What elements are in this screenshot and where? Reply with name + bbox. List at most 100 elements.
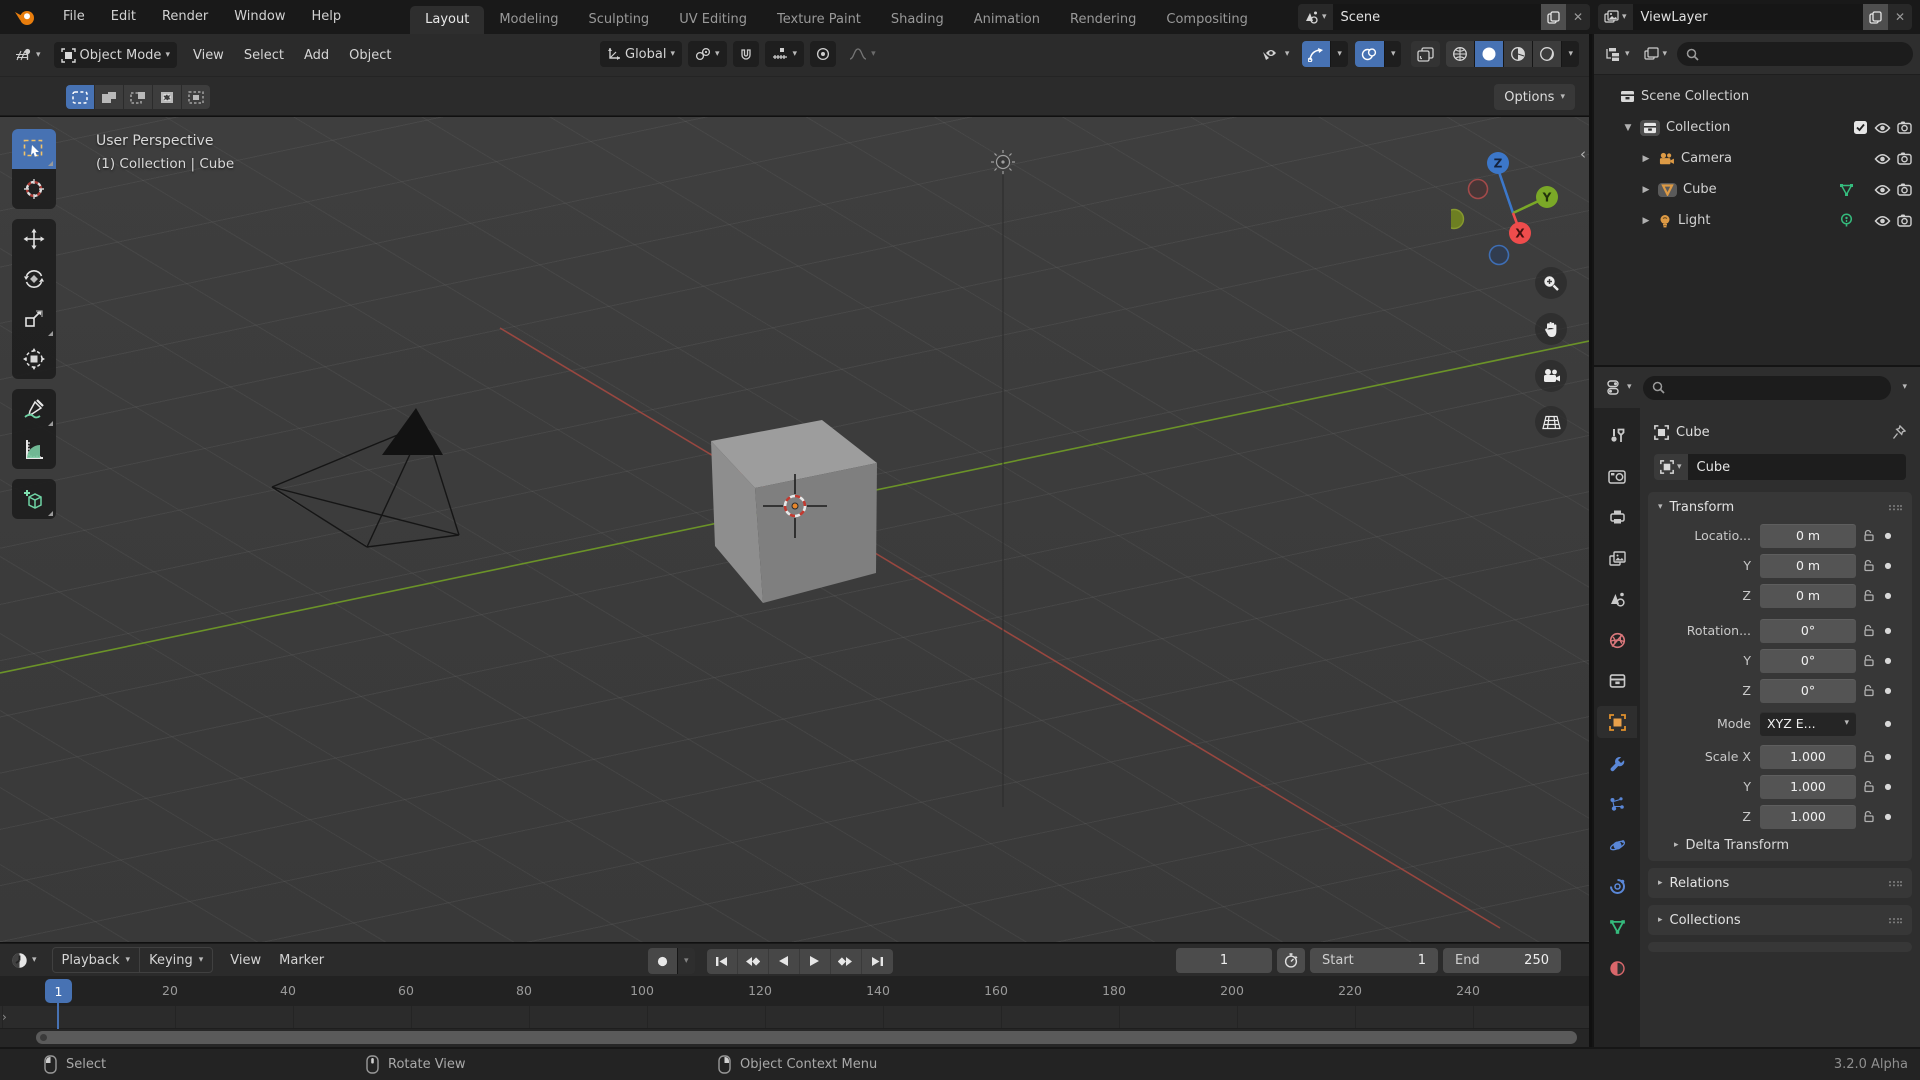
hide-eye-icon[interactable] — [1874, 122, 1891, 134]
disable-render-camera-icon[interactable] — [1897, 183, 1912, 196]
viewlayer-new-copy-button[interactable] — [1862, 4, 1888, 30]
animate-dot[interactable]: ● — [1880, 561, 1896, 570]
tab-output[interactable] — [1597, 501, 1637, 533]
object-name-input[interactable]: Cube — [1687, 454, 1906, 480]
record-options-dropdown[interactable]: ▾ — [678, 948, 695, 974]
tool-add-cube[interactable] — [12, 479, 56, 519]
timeline-body[interactable]: 20 40 60 80 100 120 140 160 180 200 220 … — [0, 976, 1589, 1047]
shading-dropdown[interactable]: ▾ — [1562, 41, 1579, 67]
menu-file[interactable]: File — [50, 0, 98, 34]
lock-icon[interactable] — [1856, 750, 1880, 763]
keying-menu[interactable]: Keying ▾ — [140, 948, 212, 972]
show-overlays-toggle[interactable] — [1354, 41, 1385, 67]
menu-add[interactable]: Add — [294, 48, 339, 63]
delta-transform-header[interactable]: ▸ Delta Transform — [1648, 833, 1912, 861]
viewport-3d[interactable]: User Perspective (1) Collection | Cube Z… — [0, 117, 1589, 942]
pin-icon[interactable] — [1892, 425, 1906, 440]
xray-toggle[interactable] — [1411, 41, 1441, 67]
timeline-track[interactable] — [0, 1006, 1589, 1029]
tab-object-data[interactable] — [1597, 911, 1637, 943]
proportional-editing-toggle[interactable] — [810, 41, 837, 67]
previous-keyframe-button[interactable] — [737, 948, 769, 974]
tab-modeling[interactable]: Modeling — [484, 6, 573, 34]
panel-grip[interactable] — [1888, 917, 1902, 924]
outliner-row-light[interactable]: ▶ Light — [1594, 205, 1920, 236]
scale-z-field[interactable]: 1.000 — [1760, 804, 1856, 829]
shading-rendered-button[interactable] — [1533, 41, 1563, 67]
tab-tool[interactable] — [1597, 419, 1637, 451]
tool-rotate[interactable] — [12, 259, 56, 299]
hide-eye-icon[interactable] — [1874, 153, 1891, 165]
light-object[interactable] — [991, 150, 1015, 174]
breadcrumb-object[interactable]: Cube — [1676, 425, 1710, 440]
menu-help[interactable]: Help — [299, 0, 355, 34]
options-dropdown[interactable]: Options ▾ — [1494, 84, 1575, 110]
scale-x-field[interactable]: 1.000 — [1760, 744, 1856, 769]
tool-scale[interactable] — [12, 299, 56, 339]
use-preview-range-toggle[interactable] — [1277, 948, 1305, 973]
navigation-gizmo[interactable]: Z Y X — [1451, 123, 1571, 273]
collections-panel-header[interactable]: ▸ Collections — [1648, 905, 1912, 935]
shading-wireframe-button[interactable] — [1446, 41, 1476, 67]
properties-options-dropdown[interactable]: ▾ — [1897, 383, 1912, 392]
tab-object[interactable] — [1597, 706, 1637, 738]
animate-dot[interactable]: ● — [1880, 591, 1896, 600]
tab-render[interactable] — [1597, 460, 1637, 492]
tool-cursor[interactable] — [12, 169, 56, 209]
scene-canvas[interactable] — [0, 117, 1589, 942]
menu-object[interactable]: Object — [339, 48, 401, 63]
tab-texture-paint[interactable]: Texture Paint — [762, 6, 876, 34]
select-mode-intersect[interactable] — [182, 85, 210, 109]
tab-particles[interactable] — [1597, 788, 1637, 820]
disable-render-camera-icon[interactable] — [1897, 214, 1912, 227]
lock-icon[interactable] — [1856, 589, 1880, 602]
location-x-field[interactable]: 0 m — [1760, 523, 1856, 548]
tab-scene[interactable] — [1597, 583, 1637, 615]
timeline-view-menu[interactable]: View — [221, 953, 270, 968]
outliner-row-camera[interactable]: ▶ Camera — [1594, 143, 1920, 174]
tool-select-box[interactable] — [12, 129, 56, 169]
transform-panel-header[interactable]: ▾ Transform — [1648, 492, 1912, 522]
pivot-point-dropdown[interactable]: ▾ — [688, 41, 727, 67]
disable-render-camera-icon[interactable] — [1897, 152, 1912, 165]
lock-icon[interactable] — [1856, 780, 1880, 793]
menu-select[interactable]: Select — [234, 48, 294, 63]
location-y-field[interactable]: 0 m — [1760, 553, 1856, 578]
animate-dot[interactable]: ● — [1880, 656, 1896, 665]
tab-uv-editing[interactable]: UV Editing — [664, 6, 762, 34]
disclosure-icon[interactable]: ▶ — [1640, 216, 1652, 226]
rotation-z-field[interactable]: 0° — [1760, 678, 1856, 703]
lock-icon[interactable] — [1856, 654, 1880, 667]
jump-to-start-button[interactable] — [706, 948, 738, 974]
lock-icon[interactable] — [1856, 624, 1880, 637]
viewlayer-browse-button[interactable]: ▾ — [1598, 4, 1633, 30]
tab-compositing[interactable]: Compositing — [1151, 6, 1263, 34]
proportional-falloff-dropdown[interactable]: ▾ — [842, 41, 883, 67]
current-frame-field[interactable]: 1 — [1176, 948, 1272, 973]
transform-orientation-dropdown[interactable]: Global ▾ — [600, 41, 683, 67]
tab-constraints[interactable] — [1597, 870, 1637, 902]
jump-to-end-button[interactable] — [861, 948, 893, 974]
properties-search-input[interactable] — [1642, 375, 1892, 400]
menu-render[interactable]: Render — [149, 0, 221, 34]
rotation-mode-dropdown[interactable]: XYZ E... ▾ — [1760, 711, 1856, 736]
auto-key-record-button[interactable] — [648, 948, 678, 974]
rotation-y-field[interactable]: 0° — [1760, 648, 1856, 673]
hide-eye-icon[interactable] — [1874, 215, 1891, 227]
location-z-field[interactable]: 0 m — [1760, 583, 1856, 608]
select-mode-invert[interactable] — [153, 85, 181, 109]
cube-object[interactable] — [711, 420, 877, 603]
play-button[interactable] — [799, 948, 831, 974]
pan-button[interactable] — [1535, 313, 1567, 345]
blender-logo-icon[interactable] — [14, 8, 36, 26]
outliner-display-mode-dropdown[interactable]: ▾ — [1601, 41, 1634, 67]
animate-dot[interactable]: ● — [1880, 686, 1896, 695]
animate-dot[interactable]: ● — [1880, 782, 1896, 791]
frame-end-field[interactable]: End 250 — [1443, 948, 1561, 973]
gizmo-axis-neg-x[interactable] — [1467, 178, 1489, 200]
outliner-search-input[interactable] — [1677, 42, 1913, 66]
shading-solid-button[interactable] — [1475, 41, 1505, 67]
timeline-expand-arrow[interactable]: › — [2, 1010, 7, 1024]
timeline-marker-menu[interactable]: Marker — [270, 953, 333, 968]
timeline-ruler[interactable]: 20 40 60 80 100 120 140 160 180 200 220 … — [0, 976, 1589, 1006]
